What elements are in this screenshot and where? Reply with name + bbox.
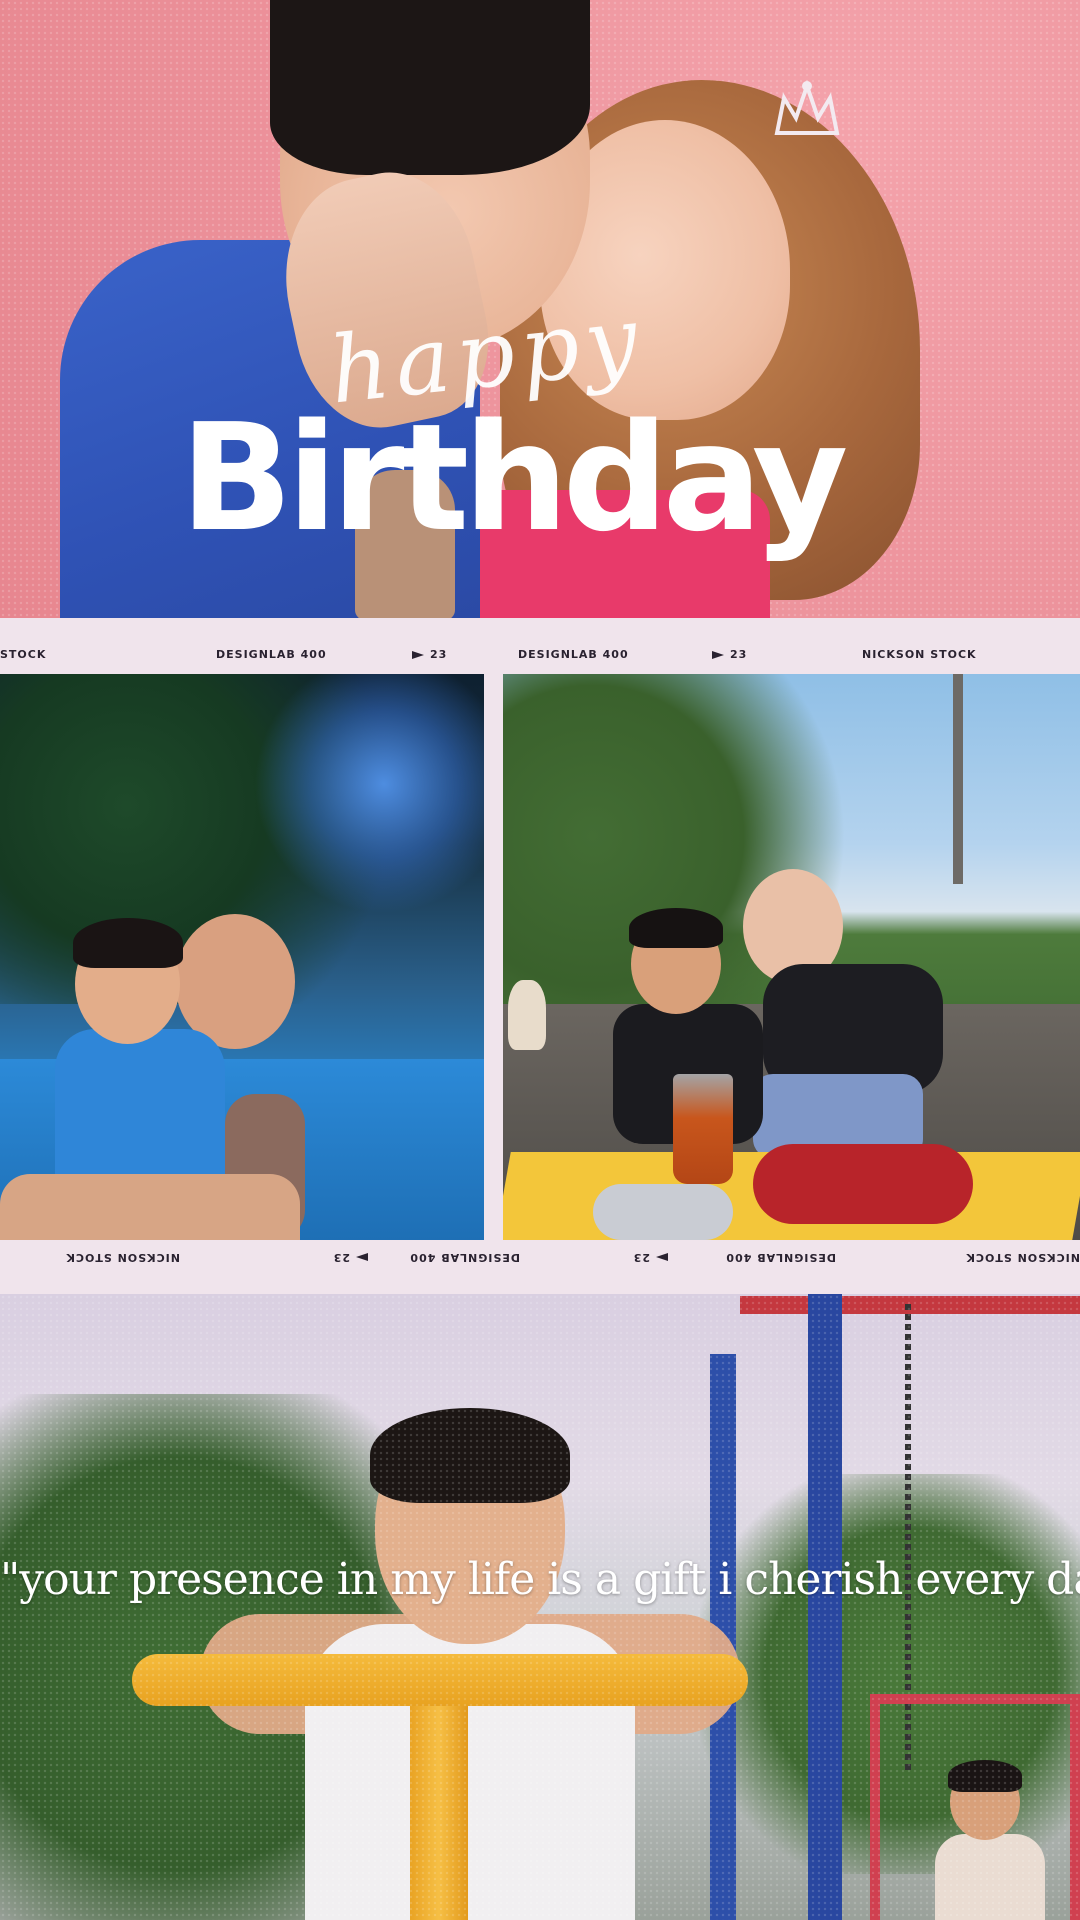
tiara-icon (774, 79, 840, 135)
photo-playground: "your presence in my life is a gift i ch… (0, 1294, 1080, 1920)
film-arrow-icon (712, 651, 724, 659)
film-arrow-icon (412, 651, 424, 659)
film-strip-top-labels: STOCK DESIGNLAB 400 23 DESIGNLAB 400 23 … (0, 644, 1080, 666)
photo-pool (0, 674, 484, 1240)
film-strip: STOCK DESIGNLAB 400 23 DESIGNLAB 400 23 … (0, 618, 1080, 1294)
hero-photo-mother-and-son: happy Birthday (0, 0, 1080, 618)
birthday-title: Birthday (180, 392, 848, 564)
birthday-collage: happy Birthday STOCK DESIGNLAB 400 23 DE… (0, 0, 1080, 1920)
dog (508, 980, 546, 1050)
film-label: DESIGNLAB 400 (518, 648, 629, 661)
film-label: NICKSON STOCK (965, 1251, 1080, 1264)
boy-hair (73, 918, 183, 968)
film-label: DESIGNLAB 400 (409, 1251, 520, 1264)
film-label: NICKSON STOCK (65, 1251, 180, 1264)
film-frame-number: 23 (633, 1251, 668, 1264)
photo-outdoor-table (503, 674, 1080, 1240)
film-label: NICKSON STOCK (862, 648, 977, 661)
film-arrow-icon (656, 1253, 668, 1261)
film-label: DESIGNLAB 400 (725, 1251, 836, 1264)
halftone-overlay (0, 1294, 1080, 1920)
film-strip-bottom-labels: NICKSON STOCK DESIGNLAB 400 23 DESIGNLAB… (0, 1246, 1080, 1268)
film-label: DESIGNLAB 400 (216, 648, 327, 661)
film-frame-number: 23 (333, 1251, 368, 1264)
film-label: STOCK (0, 648, 47, 661)
legs (0, 1174, 300, 1240)
quote-text: "your presence in my life is a gift i ch… (0, 1554, 1080, 1605)
film-frame-number: 23 (712, 648, 747, 661)
film-arrow-icon (356, 1253, 368, 1261)
iced-tea-cup (673, 1074, 733, 1184)
utility-pole (953, 674, 963, 884)
plastic-bag (593, 1184, 733, 1240)
film-frame-number: 23 (412, 648, 447, 661)
food-platter (753, 1144, 973, 1224)
boy-hair (629, 908, 723, 948)
boy-hair (270, 0, 590, 175)
